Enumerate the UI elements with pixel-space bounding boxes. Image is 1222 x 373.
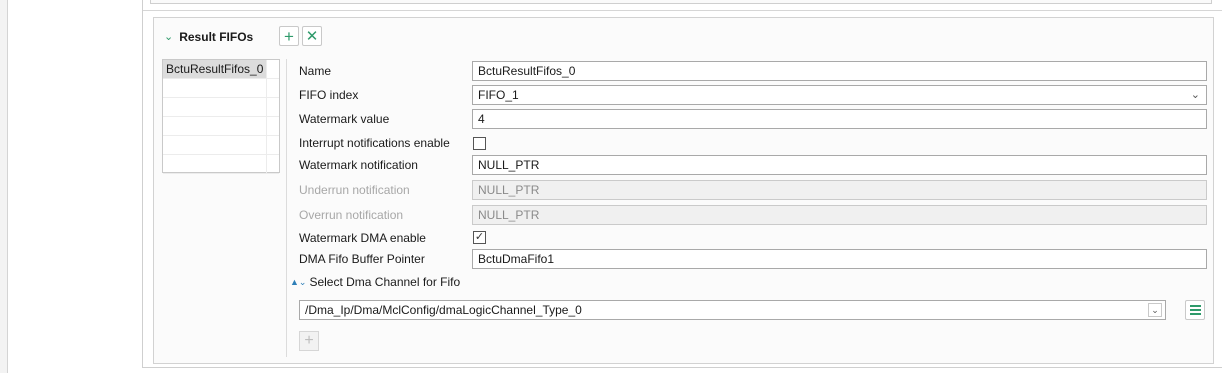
interrupt-enable-row: Interrupt notifications enable: [299, 133, 469, 153]
list-item[interactable]: [163, 79, 279, 98]
overrun-notification-field: NULL_PTR: [472, 205, 1207, 225]
list-item-aux: [266, 98, 279, 116]
result-fifos-section: ⌄ Result FIFOs + ✕ BctuResultFifos_0 Nam…: [153, 17, 1214, 364]
list-item-label: [163, 136, 266, 154]
name-row: Name: [299, 61, 469, 81]
sort-icon[interactable]: ▲⌄: [290, 277, 306, 288]
previous-section-inner: [150, 0, 1212, 4]
watermark-notification-label: Watermark notification: [299, 158, 418, 172]
underrun-notification-row: Underrun notification: [299, 180, 469, 200]
overrun-notification-row: Overrun notification: [299, 205, 469, 225]
dma-fifo-buffer-pointer-field[interactable]: BctuDmaFifo1: [472, 249, 1207, 269]
list-item-aux: [266, 117, 279, 135]
chevron-down-icon: ⌄: [1148, 303, 1162, 317]
menu-icon-line: [1189, 309, 1201, 311]
list-item[interactable]: BctuResultFifos_0: [163, 60, 279, 79]
section-title: Result FIFOs: [179, 30, 254, 44]
list-item[interactable]: [163, 136, 279, 155]
menu-icon-line: [1189, 313, 1201, 315]
watermark-value-label: Watermark value: [299, 112, 390, 126]
fifo-index-select[interactable]: FIFO_1 ⌄: [472, 85, 1207, 105]
fifo-index-row: FIFO index: [299, 85, 469, 105]
list-item-label: [163, 155, 266, 173]
list-form-divider: [286, 59, 287, 357]
name-field[interactable]: BctuResultFifos_0: [472, 61, 1207, 81]
dma-fifo-buffer-pointer-label: DMA Fifo Buffer Pointer: [299, 252, 425, 266]
left-panel-strip: [0, 0, 8, 373]
outer-divider: [142, 0, 143, 368]
x-icon: ✕: [305, 27, 319, 45]
underrun-notification-field: NULL_PTR: [472, 180, 1207, 200]
watermark-value-field[interactable]: 4: [472, 109, 1207, 129]
watermark-value-row: Watermark value: [299, 109, 469, 129]
watermark-dma-enable-label: Watermark DMA enable: [299, 231, 426, 245]
list-item-label: [163, 98, 266, 116]
watermark-dma-enable-row: Watermark DMA enable: [299, 228, 469, 248]
plus-icon: +: [284, 26, 294, 46]
list-item-aux: [266, 136, 279, 154]
list-item-label: [163, 79, 266, 97]
dma-channel-header[interactable]: ▲⌄ Select Dma Channel for Fifo: [290, 275, 460, 289]
add-fifo-button[interactable]: +: [279, 26, 299, 46]
plus-icon: +: [304, 332, 314, 349]
list-item-label: [163, 117, 266, 135]
dma-channel-label: Select Dma Channel for Fifo: [309, 275, 461, 289]
menu-icon-line: [1189, 305, 1201, 307]
chevron-down-icon: ⌄: [1190, 89, 1200, 101]
section-header[interactable]: ⌄ Result FIFOs: [164, 26, 253, 48]
fifo-list[interactable]: BctuResultFifos_0: [162, 59, 280, 174]
fifo-index-value: FIFO_1: [478, 88, 519, 102]
interrupt-enable-checkbox[interactable]: [473, 137, 486, 150]
outer-bottom-border: [142, 367, 1222, 368]
add-dma-channel-button[interactable]: +: [299, 331, 319, 351]
watermark-dma-enable-checkbox[interactable]: ✓: [473, 231, 486, 244]
watermark-notification-row: Watermark notification: [299, 155, 469, 175]
dma-channel-value: /Dma_Ip/Dma/MclConfig/dmaLogicChannel_Ty…: [305, 303, 582, 317]
list-item-aux: [266, 155, 279, 173]
dma-channel-list-button[interactable]: [1185, 300, 1205, 320]
watermark-notification-field[interactable]: NULL_PTR: [472, 155, 1207, 175]
chevron-down-icon[interactable]: ⌄: [164, 30, 173, 43]
list-item-aux: [266, 79, 279, 97]
list-item[interactable]: [163, 155, 279, 174]
list-item[interactable]: [163, 117, 279, 136]
name-label: Name: [299, 64, 332, 78]
interrupt-enable-label: Interrupt notifications enable: [299, 136, 450, 150]
dma-channel-select[interactable]: /Dma_Ip/Dma/MclConfig/dmaLogicChannel_Ty…: [299, 300, 1166, 320]
list-item[interactable]: [163, 98, 279, 117]
list-item-label: BctuResultFifos_0: [163, 60, 266, 78]
overrun-notification-label: Overrun notification: [299, 208, 404, 222]
delete-fifo-button[interactable]: ✕: [302, 26, 322, 46]
dma-fifo-buffer-pointer-row: DMA Fifo Buffer Pointer: [299, 249, 469, 269]
list-item-aux: [266, 60, 279, 78]
fifo-index-label: FIFO index: [299, 88, 359, 102]
underrun-notification-label: Underrun notification: [299, 183, 410, 197]
